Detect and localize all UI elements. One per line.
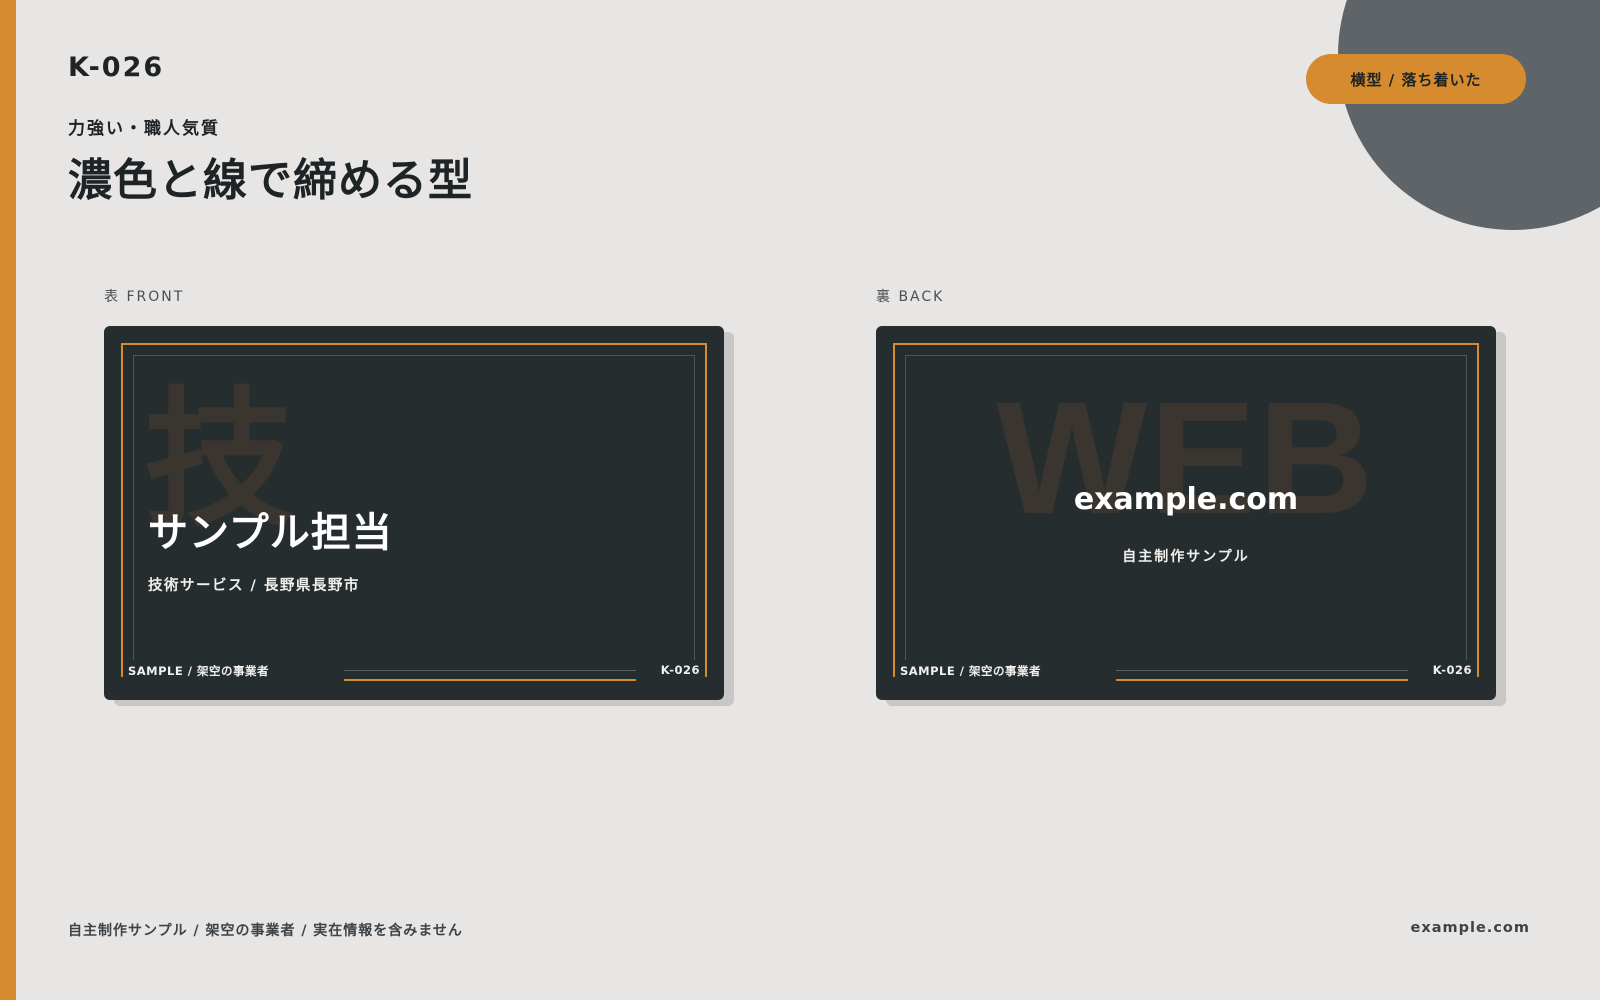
page: 横型 / 落ち着いた K-026 力強い・職人気質 濃色と線で締める型 表 FR… (0, 0, 1600, 1000)
front-footer-line-gray (344, 670, 636, 671)
page-subtitle: 力強い・職人気質 (68, 119, 220, 139)
front-footer-company: SAMPLE / 架空の事業者 (128, 664, 269, 678)
back-label: 裏 BACK (876, 289, 945, 305)
back-tagline: 自主制作サンプル (1122, 549, 1250, 565)
back-footer-code: K-026 (1432, 663, 1472, 677)
footer-url: example.com (1410, 920, 1530, 936)
back-card: WEB example.com 自主制作サンプル SAMPLE / 架空の事業者… (876, 326, 1496, 700)
front-department: 技術サービス / 長野県長野市 (148, 578, 360, 594)
design-code: K-026 (68, 52, 165, 83)
back-footer-line-orange (1116, 679, 1408, 681)
corner-circle-decoration (1338, 0, 1600, 230)
back-footer-line-gray (1116, 670, 1408, 671)
front-label: 表 FRONT (104, 289, 185, 305)
front-card: 技 サンプル担当 技術サービス / 長野県長野市 SAMPLE / 架空の事業者… (104, 326, 724, 700)
back-footer-company: SAMPLE / 架空の事業者 (900, 664, 1041, 678)
page-title: 濃色と線で締める型 (68, 155, 473, 206)
style-tag-badge: 横型 / 落ち着いた (1306, 54, 1526, 104)
accent-bar (0, 0, 16, 1000)
front-footer-code: K-026 (660, 663, 700, 677)
back-url: example.com (1073, 482, 1299, 517)
disclaimer-note: 自主制作サンプル / 架空の事業者 / 実在情報を含みません (68, 923, 463, 939)
front-footer-line-orange (344, 679, 636, 681)
front-name: サンプル担当 (148, 510, 393, 556)
